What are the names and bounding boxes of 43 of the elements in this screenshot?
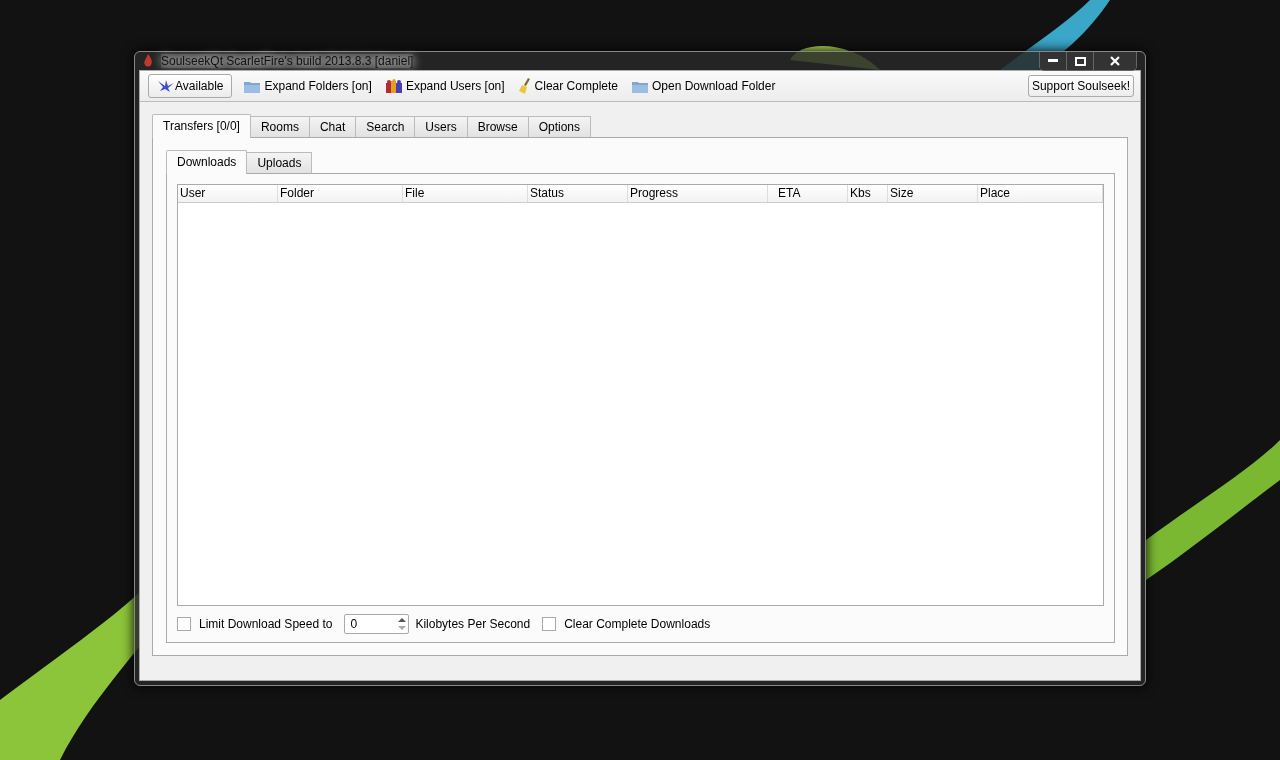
minimize-button[interactable] [1040, 52, 1067, 70]
tab[interactable]: Transfers [0/0] [152, 114, 251, 138]
tab[interactable]: Options [527, 116, 592, 137]
tab[interactable]: Browse [466, 116, 529, 137]
column-header[interactable]: Folder [278, 185, 403, 202]
column-header[interactable]: Place [978, 185, 1103, 202]
broom-icon [518, 78, 531, 94]
toolbar-button[interactable]: Expand Users [on] [383, 77, 507, 95]
folder-icon [244, 79, 261, 93]
toolbar-button[interactable]: Open Download Folder [630, 77, 778, 95]
minimize-icon [1048, 59, 1058, 63]
spin-arrows-icon[interactable] [396, 615, 409, 633]
close-icon [1110, 56, 1120, 66]
users-icon [385, 79, 402, 93]
status-button[interactable]: Available [148, 74, 233, 98]
toolbar-button[interactable]: Expand Folders [on] [242, 77, 374, 95]
column-header[interactable]: Status [528, 185, 628, 202]
tab[interactable]: Search [355, 116, 416, 137]
tab[interactable]: Chat [308, 116, 357, 137]
column-header[interactable]: ETA [768, 185, 848, 202]
flame-icon [143, 54, 153, 68]
support-button[interactable]: Support Soulseek! [1027, 75, 1134, 97]
checkbox-label: Clear Complete Downloads [564, 617, 711, 631]
close-button[interactable] [1094, 52, 1136, 70]
tab[interactable]: Users [414, 116, 468, 137]
unit-label: Kilobytes Per Second [415, 617, 531, 631]
column-header[interactable]: User [178, 185, 278, 202]
checkbox-label: Limit Download Speed to [199, 617, 333, 631]
column-header[interactable]: Kbs [848, 185, 888, 202]
toolbar-button[interactable]: Clear Complete [516, 76, 620, 96]
maximize-button[interactable] [1067, 52, 1094, 70]
folder-icon [632, 79, 648, 93]
checkbox[interactable] [177, 617, 191, 631]
tab[interactable]: Downloads [166, 150, 248, 174]
column-header[interactable]: File [403, 185, 528, 202]
tab[interactable]: Rooms [249, 116, 310, 137]
bird-icon [157, 79, 175, 93]
column-header[interactable]: Size [888, 185, 978, 202]
checkbox[interactable] [542, 617, 557, 631]
column-header[interactable]: Progress [628, 185, 768, 202]
maximize-icon [1074, 56, 1086, 66]
tab[interactable]: Uploads [246, 152, 313, 173]
speed-spinbox[interactable]: 0 [344, 614, 410, 634]
